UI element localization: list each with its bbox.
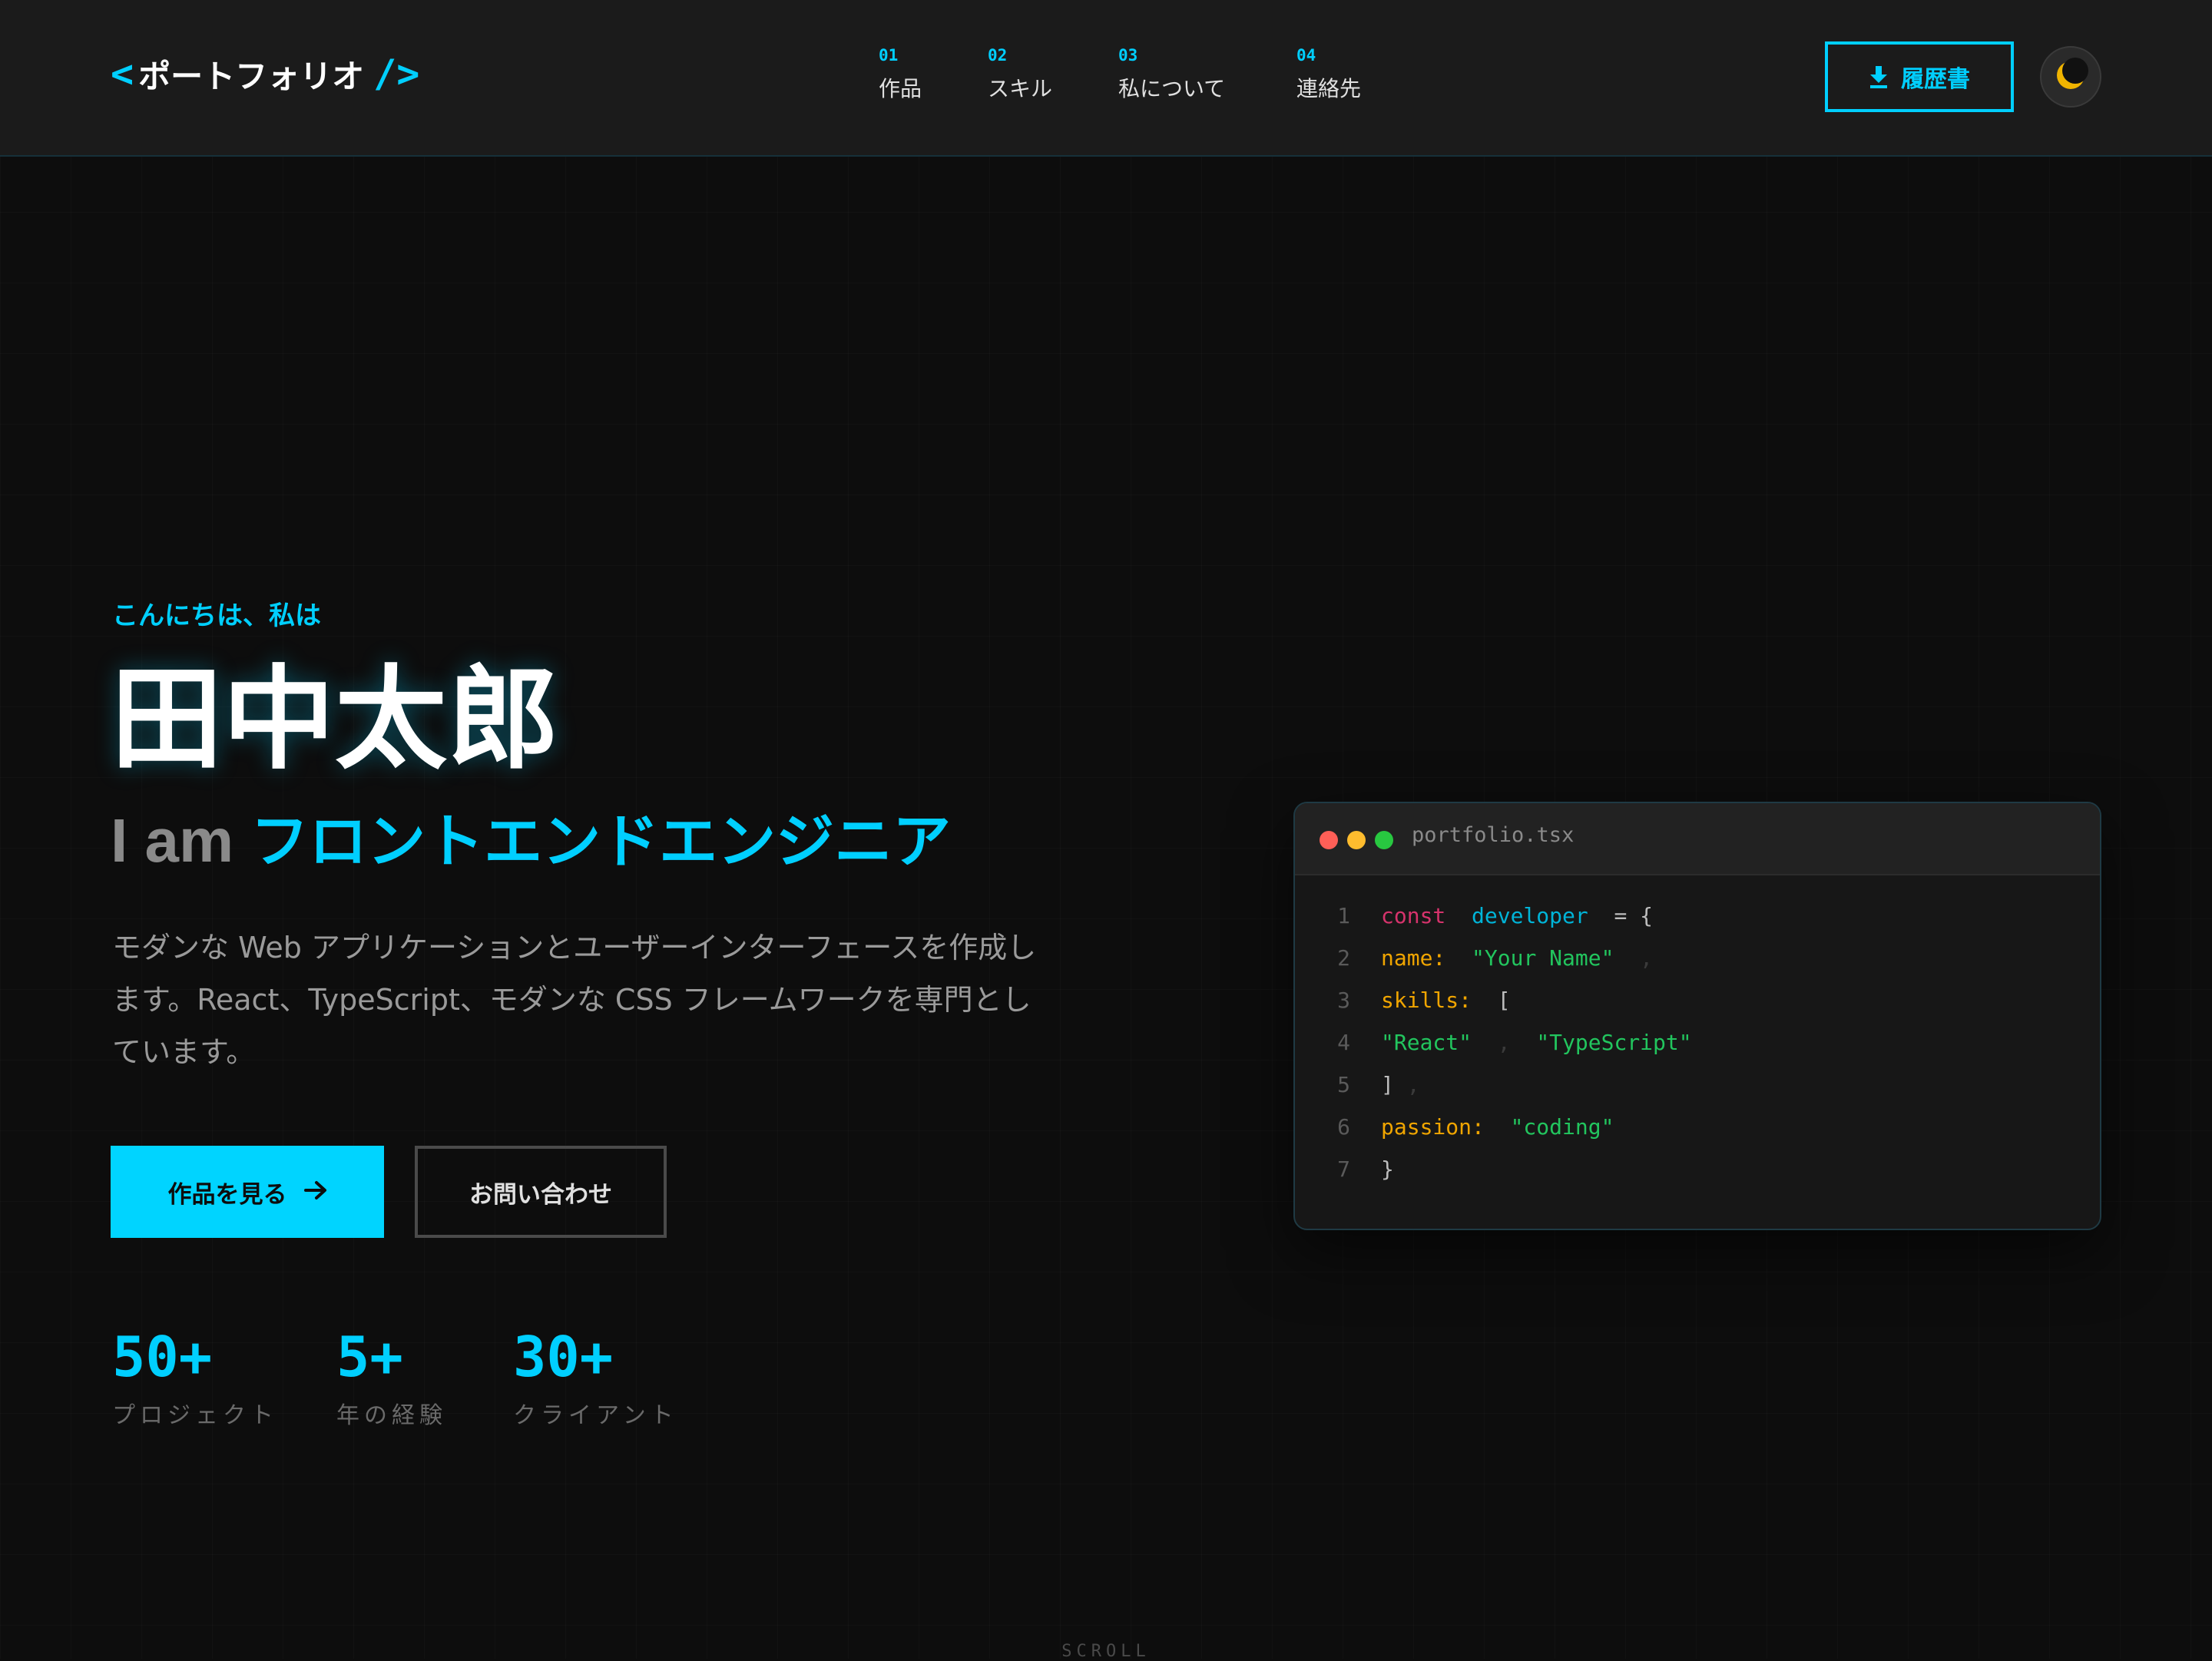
code-line: 2 name: "Your Name" , [1295,938,1653,979]
stat-projects: 50+ プロジェクト [112,1322,278,1431]
code-property: skills: [1381,988,1472,1013]
code-string: "React" [1381,1030,1472,1055]
code-property: name: [1381,945,1446,971]
minimize-dot-icon [1347,831,1366,849]
moon-icon [2052,57,2089,97]
code-string: "Your Name" [1472,945,1614,971]
line-number: 2 [1337,945,1350,971]
nav-item-label: 作品 [879,76,922,101]
code-filename: portfolio.tsx [1412,823,1575,847]
code-line: 4 "React" , "TypeScript" [1295,1022,1692,1064]
hero-role-line: I am フロントエンドエンジニア [111,799,951,884]
site-logo[interactable]: < ポートフォリオ /> [111,51,419,97]
line-number: 1 [1337,903,1350,928]
resume-download-button[interactable]: 履歴書 [1825,41,2014,112]
code-punctuation: , [1640,945,1654,971]
code-line: 1 const developer = { [1295,895,1653,937]
code-punctuation: } [1381,1156,1394,1182]
role-prefix: I am [111,806,234,875]
code-line: 6 passion: "coding" [1295,1107,1614,1148]
resume-label: 履歴書 [1901,66,1970,93]
stat-value: 50+ [112,1325,213,1389]
logo-close-bracket: /> [373,51,420,96]
contact-button[interactable]: お問い合わせ [415,1146,667,1238]
code-punctuation: , [1497,1030,1511,1055]
view-works-button[interactable]: 作品を見る [111,1146,384,1238]
code-window-titlebar: portfolio.tsx [1295,803,2100,875]
theme-toggle-button[interactable] [2040,46,2101,108]
nav-item-label: 連絡先 [1296,76,1362,101]
hero-greeting: こんにちは、私は [112,601,321,631]
logo-open-bracket: < [111,51,134,96]
code-editor-window: portfolio.tsx 1 const developer = { 2 name… [1293,802,2101,1230]
nav-item-number: 01 [879,46,899,65]
code-punctuation: ] [1381,1072,1394,1097]
code-punctuation: , [1406,1072,1420,1097]
line-number: 6 [1337,1114,1350,1140]
nav-item-contact[interactable]: 04 連絡先 [1296,45,1361,114]
line-number: 3 [1337,988,1350,1013]
nav-item-about[interactable]: 03 私について [1118,45,1225,114]
maximize-dot-icon [1375,831,1393,849]
stat-clients: 30+ クライアント [513,1322,678,1431]
nav-item-label: 私について [1118,76,1226,101]
hero-name: 田中太郎 [111,654,559,785]
line-number: 4 [1337,1030,1350,1055]
nav-item-number: 04 [1296,46,1316,65]
stat-experience: 5+ 年の経験 [336,1322,447,1431]
stat-label: プロジェクト [112,1402,278,1429]
stat-label: クライアント [513,1402,678,1429]
download-icon [1869,65,1889,88]
code-variable: developer [1472,903,1588,928]
nav-item-works[interactable]: 01 作品 [879,45,922,114]
contact-label: お問い合わせ [469,1180,612,1209]
code-string: "TypeScript" [1536,1030,1692,1055]
role-title: フロントエンドエンジニア [250,807,952,875]
line-number: 7 [1337,1156,1350,1182]
code-line: 5] , [1295,1064,1420,1106]
nav-item-number: 02 [988,46,1008,65]
stat-label: 年の経験 [336,1402,447,1429]
code-punctuation: [ [1497,988,1511,1013]
view-works-label: 作品を見る [167,1180,287,1209]
code-punctuation: = { [1601,903,1654,928]
code-keyword: const [1381,903,1446,928]
code-line: 3 skills: [ [1295,980,1511,1021]
logo-text: ポートフォリオ [138,57,365,95]
stat-value: 30+ [513,1325,614,1389]
code-property: passion: [1381,1114,1485,1140]
site-header: < ポートフォリオ /> 01 作品 02 スキル 03 私について 04 連絡… [0,0,2212,157]
nav-item-skills[interactable]: 02 スキル [988,45,1052,114]
hero-description: モダンな Web アプリケーションとユーザーインターフェースを作成します。Rea… [112,931,1037,1069]
code-string: "coding" [1510,1114,1614,1140]
line-number: 5 [1337,1072,1350,1097]
close-dot-icon [1320,831,1338,849]
scroll-hint: SCROLL [1061,1642,1151,1661]
arrow-right-icon [303,1176,327,1207]
nav-item-number: 03 [1118,46,1138,65]
stat-value: 5+ [336,1325,403,1389]
code-line: 7} [1295,1149,1394,1190]
nav-item-label: スキル [988,76,1053,101]
